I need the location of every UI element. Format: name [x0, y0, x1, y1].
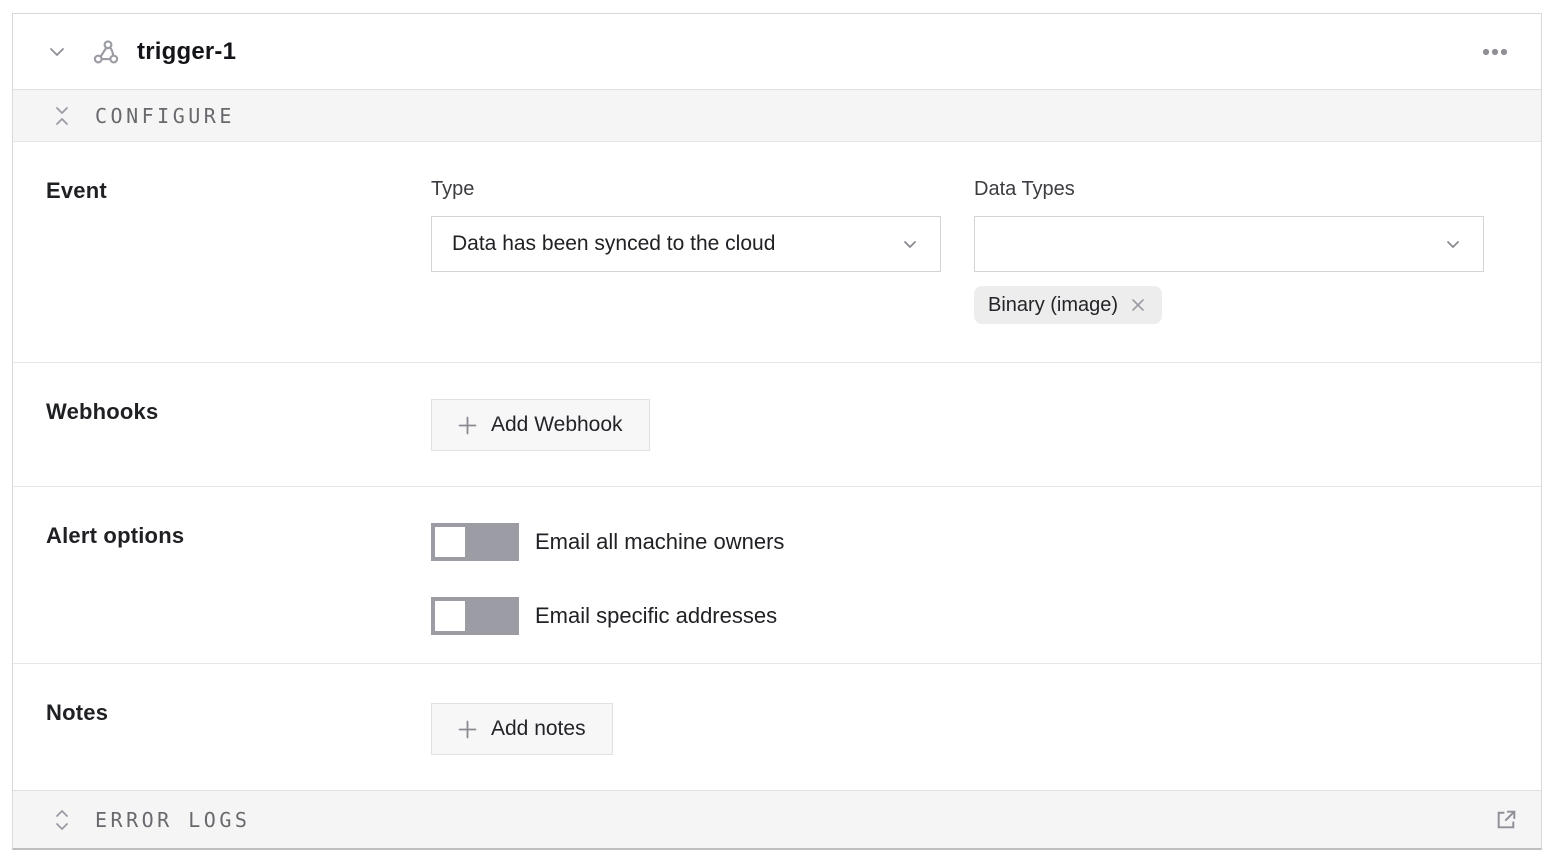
trigger-card-header: trigger-1 [13, 14, 1541, 89]
expand-vertical-icon [53, 808, 71, 832]
configure-bar-label: CONFIGURE [95, 104, 235, 128]
event-row: Event Type Data has been synced to the c… [13, 141, 1541, 362]
remove-chip-button[interactable] [1128, 295, 1148, 315]
add-notes-button-label: Add notes [491, 717, 586, 741]
event-type-field: Type Data has been synced to the cloud [431, 178, 941, 324]
email-specific-toggle-row: Email specific addresses [431, 597, 1541, 635]
chevron-down-icon[interactable] [47, 42, 67, 62]
notes-row-label: Notes [13, 664, 431, 790]
configure-section-bar[interactable]: CONFIGURE [13, 89, 1541, 141]
webhook-icon [91, 37, 121, 67]
error-logs-bar-label: ERROR LOGS [95, 808, 250, 832]
email-specific-label: Email specific addresses [535, 603, 777, 629]
alert-options-row-label: Alert options [13, 487, 431, 663]
data-types-select[interactable] [974, 216, 1484, 272]
toggle-knob [435, 601, 465, 631]
event-row-label: Event [13, 142, 431, 362]
webhooks-row-label: Webhooks [13, 363, 431, 486]
alert-options-row: Alert options Email all machine owners E… [13, 486, 1541, 663]
chevron-down-icon [900, 234, 920, 254]
add-notes-button[interactable]: Add notes [431, 703, 613, 755]
notes-row: Notes Add notes [13, 663, 1541, 790]
data-type-chip-label: Binary (image) [988, 294, 1118, 317]
email-specific-toggle[interactable] [431, 597, 519, 635]
add-webhook-button[interactable]: Add Webhook [431, 399, 650, 451]
more-menu-button[interactable] [1479, 36, 1511, 68]
chevron-down-icon [1443, 234, 1463, 254]
collapse-vertical-icon [53, 104, 71, 128]
data-types-field: Data Types Binary (image) [974, 178, 1484, 324]
add-webhook-button-label: Add Webhook [491, 413, 623, 437]
trigger-title: trigger-1 [137, 38, 236, 66]
email-all-owners-label: Email all machine owners [535, 529, 784, 555]
event-type-select-value: Data has been synced to the cloud [452, 232, 900, 256]
type-field-label: Type [431, 178, 941, 201]
webhooks-row: Webhooks Add Webhook [13, 362, 1541, 486]
error-logs-section-bar[interactable]: ERROR LOGS [13, 790, 1541, 848]
data-types-field-label: Data Types [974, 178, 1484, 201]
trigger-card: trigger-1 CONFIGURE Event [12, 13, 1542, 850]
email-all-owners-toggle-row: Email all machine owners [431, 523, 1541, 561]
plus-icon [458, 720, 477, 739]
page: trigger-1 CONFIGURE Event [0, 0, 1562, 864]
toggle-knob [435, 527, 465, 557]
data-type-chip: Binary (image) [974, 286, 1162, 324]
open-logs-external-link-button[interactable] [1494, 807, 1519, 832]
plus-icon [458, 416, 477, 435]
event-type-select[interactable]: Data has been synced to the cloud [431, 216, 941, 272]
email-all-owners-toggle[interactable] [431, 523, 519, 561]
